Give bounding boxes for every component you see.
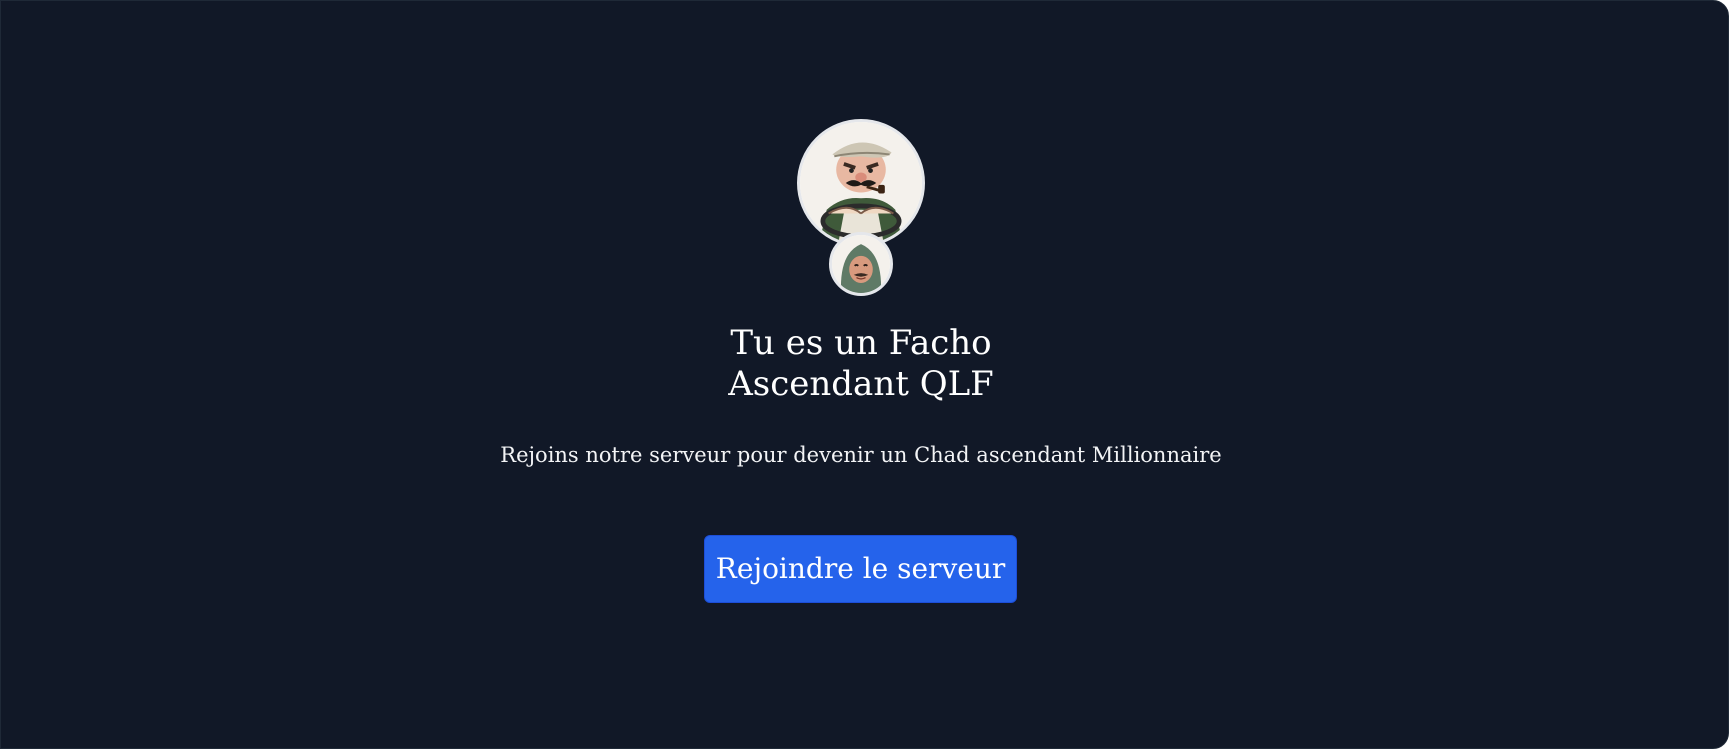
join-server-button[interactable]: Rejoindre le serveur — [704, 535, 1017, 603]
server-avatar — [797, 119, 925, 247]
invite-title-line1: Tu es un Facho — [730, 323, 992, 363]
invite-description: Rejoins notre serveur pour devenir un Ch… — [500, 443, 1222, 467]
invite-title: Tu es un Facho Ascendant QLF — [1, 323, 1721, 405]
invite-title-line2: Ascendant QLF — [728, 364, 994, 404]
inviter-avatar — [829, 232, 893, 296]
invite-card: Tu es un Facho Ascendant QLF Rejoins not… — [0, 0, 1729, 749]
inviter-avatar-image — [832, 235, 890, 293]
server-avatar-image — [800, 122, 922, 244]
